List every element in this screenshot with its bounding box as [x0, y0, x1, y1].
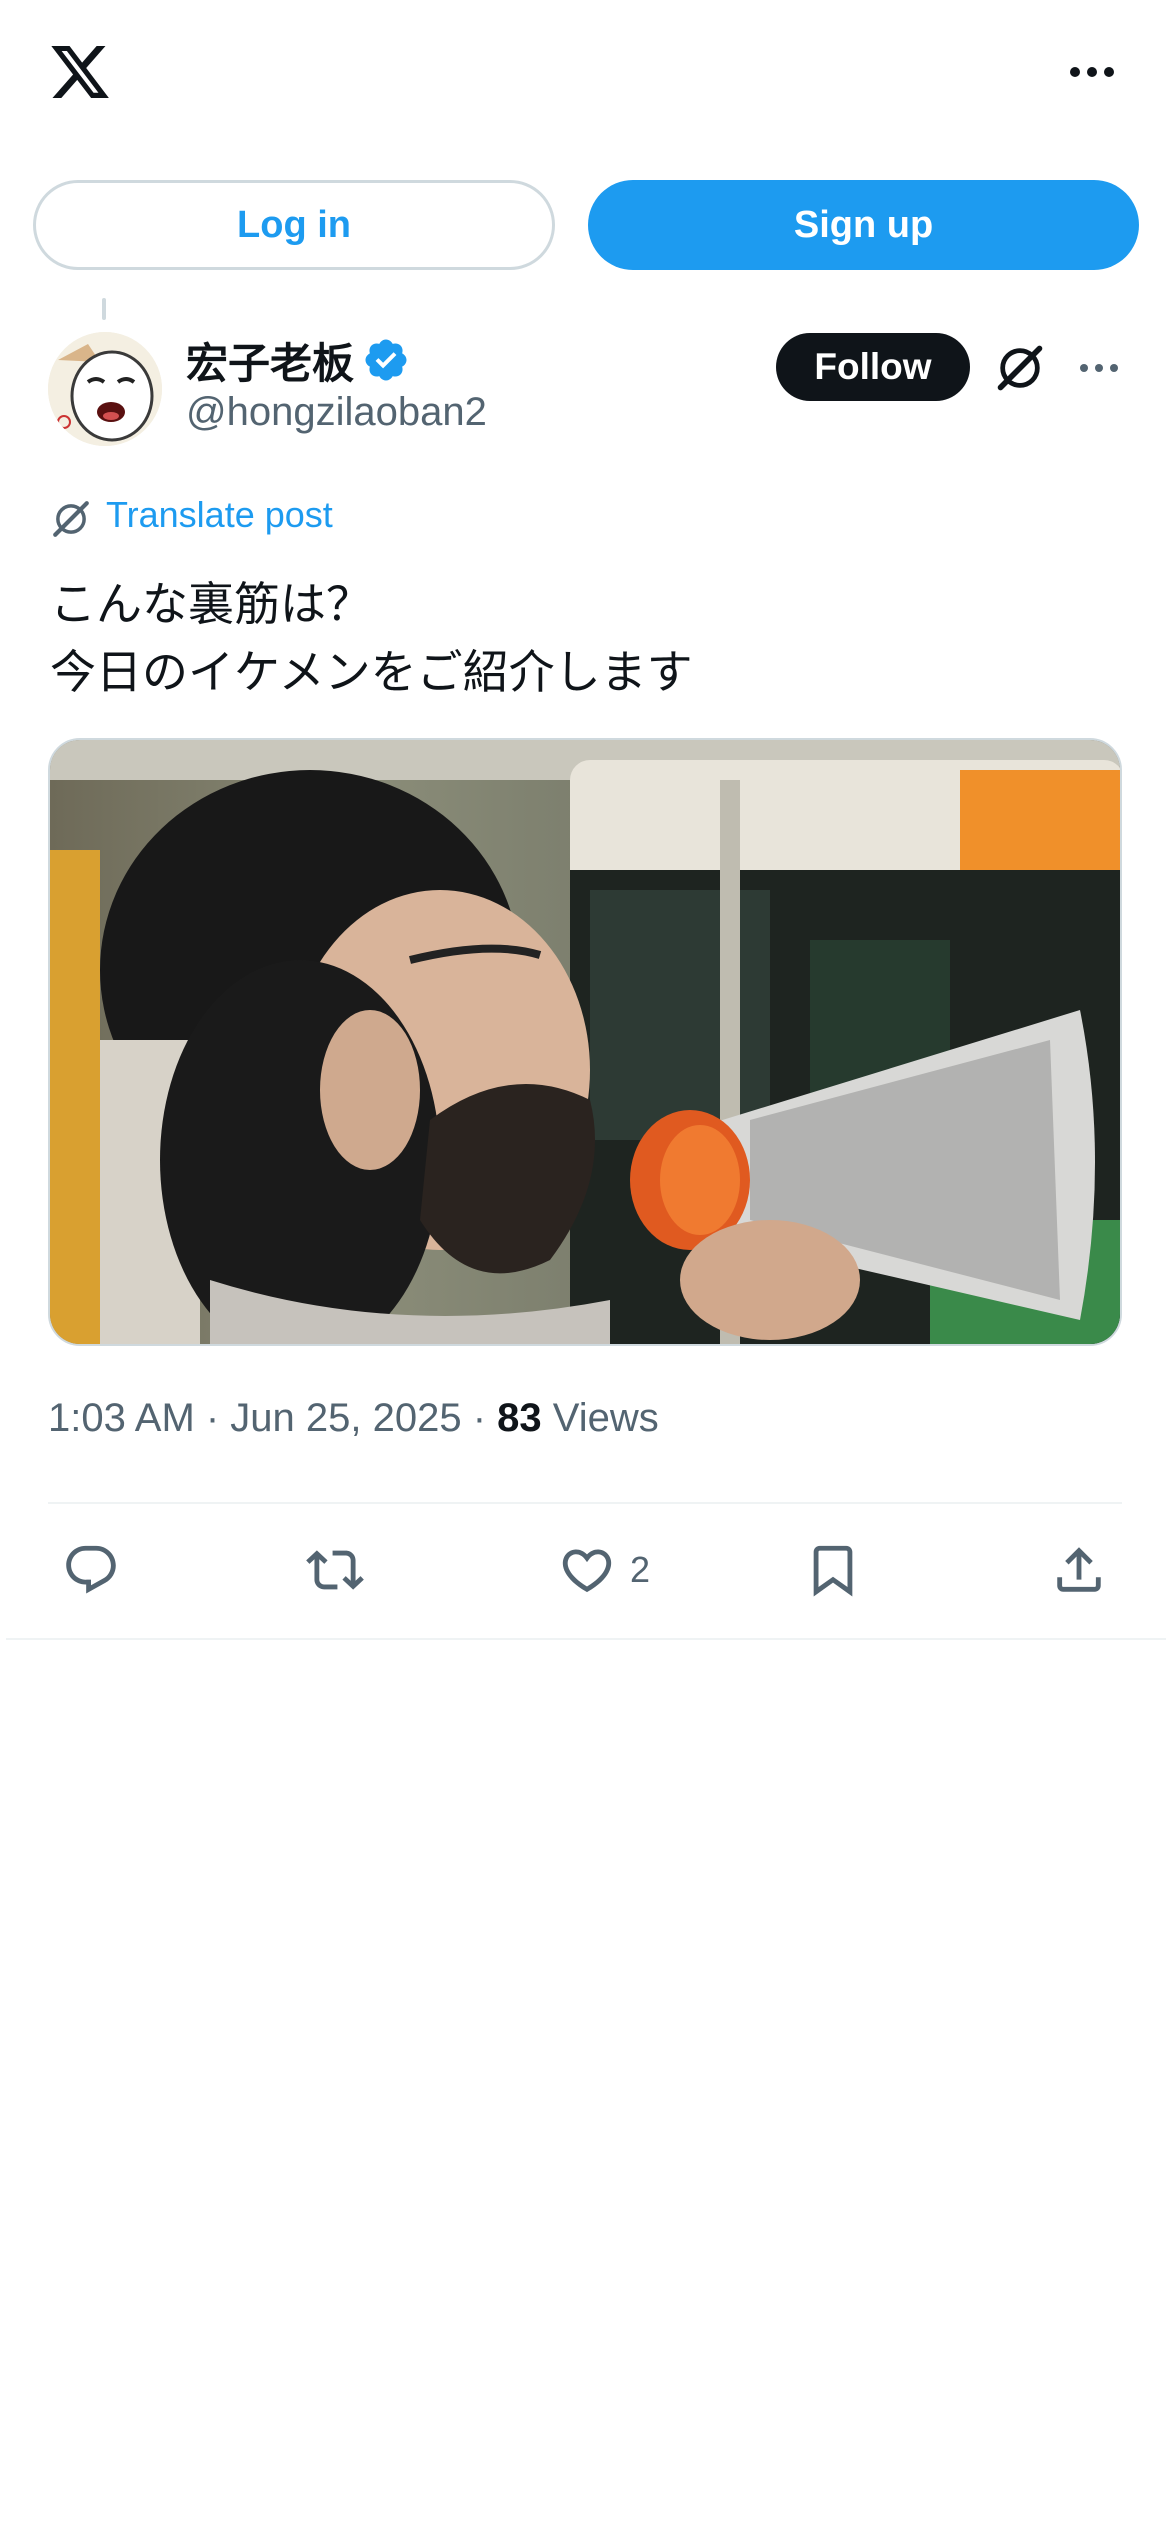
follow-button[interactable]: Follow: [776, 333, 970, 401]
translate-post-link[interactable]: Translate post: [106, 494, 333, 536]
signup-button[interactable]: Sign up: [588, 180, 1139, 270]
tweet-text-line: こんな裏筋は？: [50, 577, 372, 631]
author-display-name[interactable]: 宏子老板: [186, 330, 354, 391]
post-more-options-icon[interactable]: [1074, 350, 1124, 386]
share-button[interactable]: [1050, 1538, 1108, 1602]
views-label: Views: [541, 1396, 659, 1440]
post-image[interactable]: [48, 738, 1122, 1346]
more-options-icon[interactable]: [1060, 52, 1124, 92]
repost-button[interactable]: [306, 1538, 364, 1602]
tweet-text-line: 今日のイケメンをご紹介します: [50, 645, 693, 699]
divider: [48, 1502, 1122, 1504]
bookmark-icon: [813, 1545, 853, 1597]
like-count: 2: [630, 1549, 651, 1590]
repost-icon: [306, 1550, 364, 1590]
translate-icon: [53, 501, 89, 537]
login-button[interactable]: Log in: [33, 180, 555, 270]
share-icon: [1057, 1547, 1101, 1592]
divider: [6, 1638, 1166, 1640]
post-metadata: 1:03 AM · Jun 25, 2025 · 83 Views: [48, 1396, 659, 1441]
grok-icon[interactable]: [994, 342, 1046, 394]
heart-icon: [562, 1549, 612, 1593]
thread-connector-line: [102, 298, 106, 320]
author-handle[interactable]: @hongzilaoban2: [186, 390, 487, 435]
reply-button[interactable]: [62, 1538, 120, 1602]
bookmark-button[interactable]: [804, 1538, 862, 1602]
like-button[interactable]: 2: [558, 1538, 650, 1602]
avatar[interactable]: [48, 332, 162, 446]
reply-icon: [66, 1545, 116, 1594]
verified-badge-icon: [365, 339, 407, 381]
views-count: 83: [497, 1396, 542, 1440]
x-logo-icon[interactable]: [46, 40, 114, 104]
post-timestamp[interactable]: 1:03 AM · Jun 25, 2025 ·: [48, 1396, 497, 1440]
